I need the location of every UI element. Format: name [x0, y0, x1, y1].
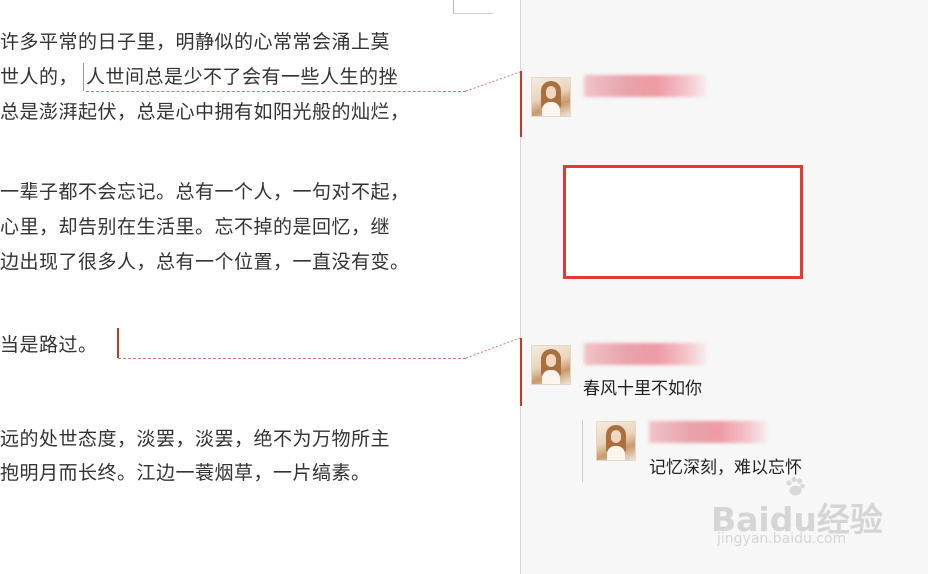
user-avatar: [531, 77, 571, 117]
comment-connector-diagonal: [466, 337, 520, 359]
user-avatar: [531, 345, 571, 385]
paragraph-line[interactable]: 许多平常的日子里，明静似的心常常会涌上莫: [0, 30, 390, 54]
comment-active-bar: [520, 71, 522, 137]
comment-connector: [86, 91, 466, 92]
paragraph-line[interactable]: 远的处世态度，淡罢，淡罢，绝不为万物所主: [0, 427, 390, 451]
paragraph-line[interactable]: 抱明月而长终。江边一蓑烟草，一片缟素。: [0, 461, 371, 485]
comments-pane: 春风十里不如你 记忆深刻，难以忘怀 Baidu经验 jingyan.baidu.…: [520, 0, 928, 574]
comment-text[interactable]: 春风十里不如你: [583, 374, 702, 399]
commented-text[interactable]: 人世间总是少不了会有一些人生的挫: [86, 65, 398, 89]
paragraph-line[interactable]: 总是澎湃起伏，总是心中拥有如阳光般的灿烂，: [0, 100, 410, 124]
paragraph-line[interactable]: 边出现了很多人，总有一个位置，一直没有变。: [0, 250, 410, 274]
comment-anchor-marker: [117, 328, 119, 358]
author-name-redacted: [649, 421, 767, 443]
comment-connector: [118, 358, 466, 359]
watermark: Baidu经验 jingyan.baidu.com: [711, 471, 901, 551]
page-corner-mark: [453, 0, 454, 13]
paragraph-line[interactable]: 世人的，: [0, 65, 78, 89]
document-page[interactable]: 许多平常的日子里，明静似的心常常会涌上莫 世人的， 人世间总是少不了会有一些人生…: [0, 0, 520, 574]
user-avatar: [596, 421, 636, 461]
comment-active-bar: [520, 338, 522, 406]
watermark-url: jingyan.baidu.com: [717, 531, 847, 547]
paragraph-line[interactable]: 当是路过。: [0, 333, 98, 357]
comment-anchor-start: [83, 63, 84, 91]
page-corner-mark: [453, 13, 493, 14]
author-name-redacted: [584, 75, 706, 97]
comment-input-box[interactable]: [563, 165, 803, 279]
paragraph-line[interactable]: 心里，却告别在生活里。忘不掉的是回忆，继: [0, 215, 390, 239]
author-name-redacted: [584, 343, 706, 365]
comment-connector-diagonal: [466, 71, 520, 92]
paragraph-line[interactable]: 一辈子都不会忘记。总有一个人，一句对不起，: [0, 180, 410, 204]
reply-thread-line: [582, 420, 583, 482]
